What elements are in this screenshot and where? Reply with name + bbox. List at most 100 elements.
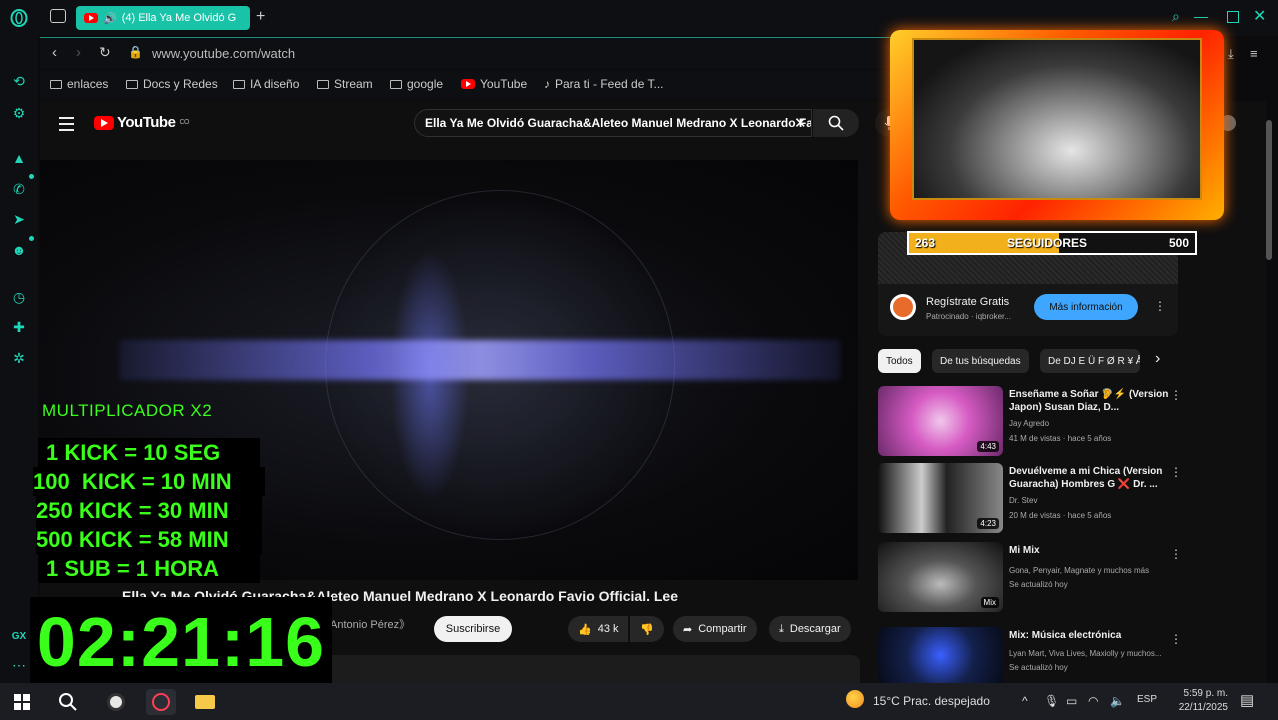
forward-button[interactable]: › xyxy=(76,44,81,61)
search-button[interactable] xyxy=(813,109,859,137)
downloads-icon[interactable]: ⤓ xyxy=(1228,46,1234,62)
bookmark-ia-diseno[interactable]: IA diseño xyxy=(233,77,299,91)
rule-line: 100 KICK = 10 MIN xyxy=(33,467,265,496)
reload-button[interactable]: ↻ xyxy=(99,44,111,61)
chip-de-dj[interactable]: De DJ E Ü F Ø R ¥ Å xyxy=(1040,349,1140,373)
language-indicator[interactable]: ESP xyxy=(1137,694,1157,705)
taskbar-app-opera-gx[interactable] xyxy=(146,689,176,715)
easy-setup-icon[interactable]: ≡ xyxy=(1250,46,1258,61)
extensions-icon[interactable]: ✚ xyxy=(9,317,29,337)
youtube-play-icon xyxy=(94,115,114,130)
search-icon xyxy=(59,693,77,711)
video-thumbnail[interactable]: Mix xyxy=(878,542,1003,612)
tab-title: (4) Ella Ya Me Olvidó G xyxy=(121,12,237,24)
youtube-favicon-icon xyxy=(461,79,475,89)
obs-icon xyxy=(107,693,125,711)
rule-line: 1 SUB = 1 HORA xyxy=(38,554,260,583)
history-icon[interactable]: ◷ xyxy=(9,287,29,307)
discord-icon[interactable]: ☻ xyxy=(9,240,29,260)
subscribe-button[interactable]: Suscribirse xyxy=(434,616,512,642)
battery-icon[interactable]: ▭ xyxy=(1066,694,1077,708)
subathon-timer: 02:21:16 xyxy=(30,597,332,687)
settings-icon[interactable]: ✲ xyxy=(9,348,29,368)
maximize-button[interactable] xyxy=(1227,11,1239,23)
rec-meta: Se actualizó hoy xyxy=(1009,580,1068,589)
microphone-icon[interactable]: 🎙 xyxy=(1044,694,1059,708)
back-button[interactable]: ‹ xyxy=(52,44,57,61)
wifi-icon[interactable]: ◠ xyxy=(1088,694,1098,708)
advertiser-logo xyxy=(890,294,916,320)
list-item[interactable]: 4:43 Enseñame a Soñar 🦻⚡ (Version Japon)… xyxy=(878,386,1182,458)
show-hidden-icons[interactable]: ^ xyxy=(1022,694,1028,708)
telegram-icon[interactable]: ➤ xyxy=(9,209,29,229)
workspaces-icon[interactable] xyxy=(50,9,66,23)
bookmark-enlaces[interactable]: enlaces xyxy=(50,77,108,91)
like-button[interactable]: 👍 43 k xyxy=(568,616,628,642)
bookmark-tiktok[interactable]: ♪ Para ti - Feed de T... xyxy=(544,77,664,91)
weather-text[interactable]: 15°C Prac. despejado xyxy=(873,694,990,708)
more-options-icon[interactable]: ⋮ xyxy=(1154,300,1166,312)
weather-icon[interactable] xyxy=(846,690,864,708)
more-options-icon[interactable]: ⋮ xyxy=(1170,466,1182,478)
more-options-icon[interactable]: ⋮ xyxy=(1170,633,1178,645)
volume-icon[interactable]: 🔈 xyxy=(1110,694,1125,708)
list-item[interactable]: Mix: Música electrónica Lyan Mart, Viva … xyxy=(878,627,1178,683)
bookmarks-bar: enlaces Docs y Redes IA diseño Stream go… xyxy=(40,70,900,100)
search-input[interactable]: Ella Ya Me Olvidó Guaracha&Aleteo Manuel… xyxy=(414,109,812,137)
chip-de-tus-busquedas[interactable]: De tus búsquedas xyxy=(932,349,1029,373)
windows-icon xyxy=(14,694,30,710)
notification-dot xyxy=(29,174,34,179)
rec-title: Enseñame a Soñar 🦻⚡ (Version Japon) Susa… xyxy=(1009,389,1169,413)
chevron-right-icon[interactable]: › xyxy=(1155,350,1160,368)
speed-dial-icon[interactable]: ⟲ xyxy=(9,71,29,91)
new-tab-button[interactable]: + xyxy=(256,8,265,26)
list-item[interactable]: 4:23 Devuélveme a mi Chica (Version Guar… xyxy=(878,463,1182,535)
tiktok-icon: ♪ xyxy=(544,77,550,91)
ad-title: Regístrate Gratis xyxy=(926,296,1010,308)
clock[interactable]: 5:59 p. m. 22/11/2025 xyxy=(1170,687,1228,715)
gx-icon[interactable]: GX xyxy=(9,626,29,646)
more-options-icon[interactable]: ⋮ xyxy=(1170,548,1182,560)
opera-logo-icon[interactable] xyxy=(9,8,29,28)
clock-date: 22/11/2025 xyxy=(1178,702,1228,713)
speaker-icon[interactable]: 🔊 xyxy=(103,12,117,25)
youtube-logo[interactable]: YouTube CO xyxy=(94,114,189,131)
gx-control-icon[interactable]: ⚙ xyxy=(9,103,29,123)
search-tabs-icon[interactable]: ⌕ xyxy=(1172,8,1180,25)
aria-icon[interactable]: ▲ xyxy=(9,148,29,168)
video-thumbnail[interactable]: 4:23 xyxy=(878,463,1003,533)
list-item[interactable]: Mix Mi Mix Gona, Penyair, Magnate y much… xyxy=(878,542,1182,614)
rec-title: Mi Mix xyxy=(1009,545,1040,556)
download-button[interactable]: ⤓ Descargar xyxy=(769,616,851,642)
dislike-button[interactable]: 👎 xyxy=(630,616,664,642)
taskbar-app-file-explorer[interactable] xyxy=(192,689,218,715)
bookmark-google[interactable]: google xyxy=(390,77,443,91)
more-icon[interactable]: ⋯ xyxy=(9,655,29,675)
channel-name[interactable]: Antonio Pérez》 xyxy=(330,616,410,632)
ad-cta-button[interactable]: Más información xyxy=(1034,294,1138,320)
lock-icon[interactable]: 🔒 xyxy=(128,45,143,59)
share-button[interactable]: ➦ Compartir xyxy=(673,616,757,642)
chip-todos[interactable]: Todos xyxy=(878,349,921,373)
close-window-button[interactable]: ✕ xyxy=(1253,6,1266,26)
start-button[interactable] xyxy=(9,689,35,715)
more-options-icon[interactable]: ⋮ xyxy=(1170,389,1182,401)
folder-icon xyxy=(126,79,138,89)
clear-search-icon[interactable]: ✕ xyxy=(794,114,807,132)
rec-meta: 20 M de vistas · hace 5 años xyxy=(1009,511,1112,520)
video-thumbnail[interactable]: 4:43 xyxy=(878,386,1003,456)
bookmark-youtube[interactable]: YouTube xyxy=(461,77,527,91)
taskbar-search-button[interactable] xyxy=(55,689,81,715)
whatsapp-icon[interactable]: ✆ xyxy=(9,179,29,199)
bookmark-stream[interactable]: Stream xyxy=(317,77,373,91)
taskbar-app-obs[interactable] xyxy=(103,689,129,715)
scrollbar[interactable] xyxy=(1266,120,1272,260)
follower-count: 263 xyxy=(915,236,936,250)
minimize-button[interactable]: — xyxy=(1194,8,1208,24)
menu-icon[interactable] xyxy=(59,117,74,135)
notifications-icon[interactable]: ▤ xyxy=(1240,691,1254,709)
tab-youtube[interactable]: 🔊 (4) Ella Ya Me Olvidó G xyxy=(76,6,250,30)
bookmark-docs-y-redes[interactable]: Docs y Redes xyxy=(126,77,218,91)
url-field[interactable]: www.youtube.com/watch xyxy=(152,46,295,61)
video-thumbnail[interactable] xyxy=(878,627,1003,683)
